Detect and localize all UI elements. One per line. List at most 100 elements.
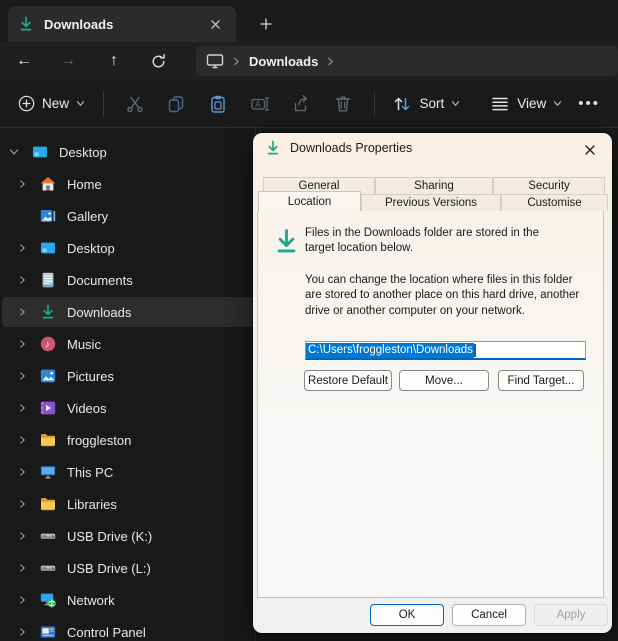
sidebar-item-gallery[interactable]: Gallery bbox=[2, 201, 254, 231]
move-button[interactable]: Move... bbox=[399, 370, 489, 391]
chevron-right-icon[interactable] bbox=[16, 499, 28, 509]
copy-button[interactable] bbox=[159, 87, 195, 121]
sidebar-item-videos[interactable]: Videos bbox=[2, 393, 254, 423]
new-button[interactable]: New bbox=[10, 89, 93, 118]
folder-icon bbox=[40, 432, 57, 448]
chevron-right-icon[interactable] bbox=[16, 435, 28, 445]
chevron-right-icon[interactable] bbox=[16, 371, 28, 381]
this-pc-icon bbox=[40, 464, 57, 480]
tab-location[interactable]: Location bbox=[258, 191, 361, 211]
sidebar-item-home[interactable]: Home bbox=[2, 169, 254, 199]
delete-button[interactable] bbox=[325, 87, 361, 121]
chevron-right-icon[interactable] bbox=[16, 339, 28, 349]
sidebar-item-pictures[interactable]: Pictures bbox=[2, 361, 254, 391]
paste-button[interactable] bbox=[200, 87, 236, 121]
chevron-down-icon bbox=[76, 100, 85, 107]
sidebar-item-desktop-pinned[interactable]: Desktop bbox=[2, 233, 254, 263]
sidebar-item-label: Music bbox=[67, 337, 101, 352]
chevron-right-icon[interactable] bbox=[16, 595, 28, 605]
sidebar-item-label: Control Panel bbox=[67, 625, 146, 640]
downloads-icon bbox=[273, 228, 300, 255]
share-button[interactable] bbox=[283, 87, 319, 121]
plus-circle-icon bbox=[18, 95, 35, 112]
chevron-right-icon[interactable] bbox=[16, 179, 28, 189]
sidebar-item-label: This PC bbox=[67, 465, 113, 480]
more-options-button[interactable]: ••• bbox=[570, 95, 608, 112]
music-icon bbox=[40, 336, 57, 352]
dialog-title-bar: Downloads Properties bbox=[265, 140, 412, 156]
sidebar-item-label: Documents bbox=[67, 273, 133, 288]
downloads-icon bbox=[18, 16, 34, 32]
new-tab-button[interactable] bbox=[252, 10, 280, 38]
refresh-button[interactable] bbox=[142, 46, 174, 76]
chevron-right-icon[interactable] bbox=[16, 467, 28, 477]
gallery-icon bbox=[40, 208, 57, 224]
chevron-right-icon[interactable] bbox=[16, 627, 28, 637]
breadcrumb-chevron-icon[interactable] bbox=[327, 57, 334, 66]
sidebar-item-desktop[interactable]: Desktop bbox=[2, 137, 254, 167]
tab-close-icon[interactable] bbox=[204, 13, 226, 35]
chevron-right-icon[interactable] bbox=[16, 275, 28, 285]
sort-button[interactable]: Sort bbox=[384, 88, 468, 120]
breadcrumb-chevron-icon[interactable] bbox=[233, 57, 240, 66]
back-button[interactable]: ← bbox=[8, 46, 40, 76]
tab-security[interactable]: Security bbox=[493, 177, 605, 194]
sidebar-item-label: USB Drive (L:) bbox=[67, 561, 151, 576]
sort-button-label: Sort bbox=[419, 96, 444, 111]
tab-sharing[interactable]: Sharing bbox=[375, 177, 493, 194]
restore-default-button[interactable]: Restore Default bbox=[304, 370, 392, 391]
view-button[interactable]: View bbox=[482, 88, 570, 120]
sidebar-item-this-pc[interactable]: This PC bbox=[2, 457, 254, 487]
sidebar-item-label: Downloads bbox=[67, 305, 131, 320]
folder-icon bbox=[40, 496, 57, 512]
chevron-right-icon[interactable] bbox=[16, 307, 28, 317]
navigation-pane: Desktop Home Gallery Desktop Documents D… bbox=[0, 128, 255, 641]
view-lines-icon bbox=[490, 94, 510, 114]
location-intro-text: Files in the Downloads folder are stored… bbox=[305, 226, 571, 257]
location-path-input[interactable]: C:\Users\froggleston\Downloads bbox=[305, 341, 586, 360]
new-button-label: New bbox=[42, 96, 69, 111]
sidebar-item-control-panel[interactable]: Control Panel bbox=[2, 617, 254, 641]
chevron-down-icon bbox=[553, 100, 562, 107]
downloads-properties-dialog: Downloads Properties General Sharing Sec… bbox=[253, 133, 612, 633]
chevron-right-icon[interactable] bbox=[16, 243, 28, 253]
address-bar[interactable]: Downloads bbox=[196, 46, 618, 76]
cancel-button[interactable]: Cancel bbox=[452, 604, 526, 626]
sidebar-item-documents[interactable]: Documents bbox=[2, 265, 254, 295]
toolbar-separator bbox=[103, 92, 104, 116]
chevron-right-icon[interactable] bbox=[16, 403, 28, 413]
sidebar-item-libraries[interactable]: Libraries bbox=[2, 489, 254, 519]
pictures-icon bbox=[40, 368, 57, 384]
sidebar-item-label: Desktop bbox=[59, 145, 107, 160]
tab-customise[interactable]: Customise bbox=[501, 194, 608, 211]
sidebar-item-usb-drive-l[interactable]: USB Drive (L:) bbox=[2, 553, 254, 583]
location-description-text: You can change the location where files … bbox=[305, 273, 583, 319]
sidebar-item-usb-drive-k[interactable]: USB Drive (K:) bbox=[2, 521, 254, 551]
breadcrumb-downloads[interactable]: Downloads bbox=[249, 54, 318, 69]
chevron-right-icon[interactable] bbox=[16, 563, 28, 573]
sidebar-item-label: Desktop bbox=[67, 241, 115, 256]
sidebar-item-music[interactable]: Music bbox=[2, 329, 254, 359]
usb-drive-icon bbox=[40, 528, 57, 544]
ok-button[interactable]: OK bbox=[370, 604, 444, 626]
forward-button[interactable]: → bbox=[52, 46, 84, 76]
dialog-close-icon[interactable] bbox=[578, 139, 602, 161]
sidebar-item-froggleston[interactable]: froggleston bbox=[2, 425, 254, 455]
chevron-down-icon[interactable] bbox=[8, 148, 20, 156]
usb-drive-icon bbox=[40, 560, 57, 576]
chevron-right-icon[interactable] bbox=[16, 531, 28, 541]
chevron-down-icon bbox=[451, 100, 460, 107]
tab-previous-versions[interactable]: Previous Versions bbox=[361, 194, 501, 211]
up-button[interactable]: ↑ bbox=[98, 46, 130, 76]
sidebar-item-label: froggleston bbox=[67, 433, 131, 448]
find-target-button[interactable]: Find Target... bbox=[498, 370, 584, 391]
apply-button[interactable]: Apply bbox=[534, 604, 608, 626]
tab-bar: Downloads bbox=[0, 0, 618, 42]
rename-button[interactable] bbox=[242, 87, 278, 121]
sidebar-item-network[interactable]: Network bbox=[2, 585, 254, 615]
desktop-icon bbox=[40, 240, 57, 256]
sidebar-item-label: Network bbox=[67, 593, 115, 608]
cut-button[interactable] bbox=[117, 87, 153, 121]
explorer-tab-downloads[interactable]: Downloads bbox=[8, 6, 236, 42]
sidebar-item-downloads[interactable]: Downloads bbox=[2, 297, 254, 327]
